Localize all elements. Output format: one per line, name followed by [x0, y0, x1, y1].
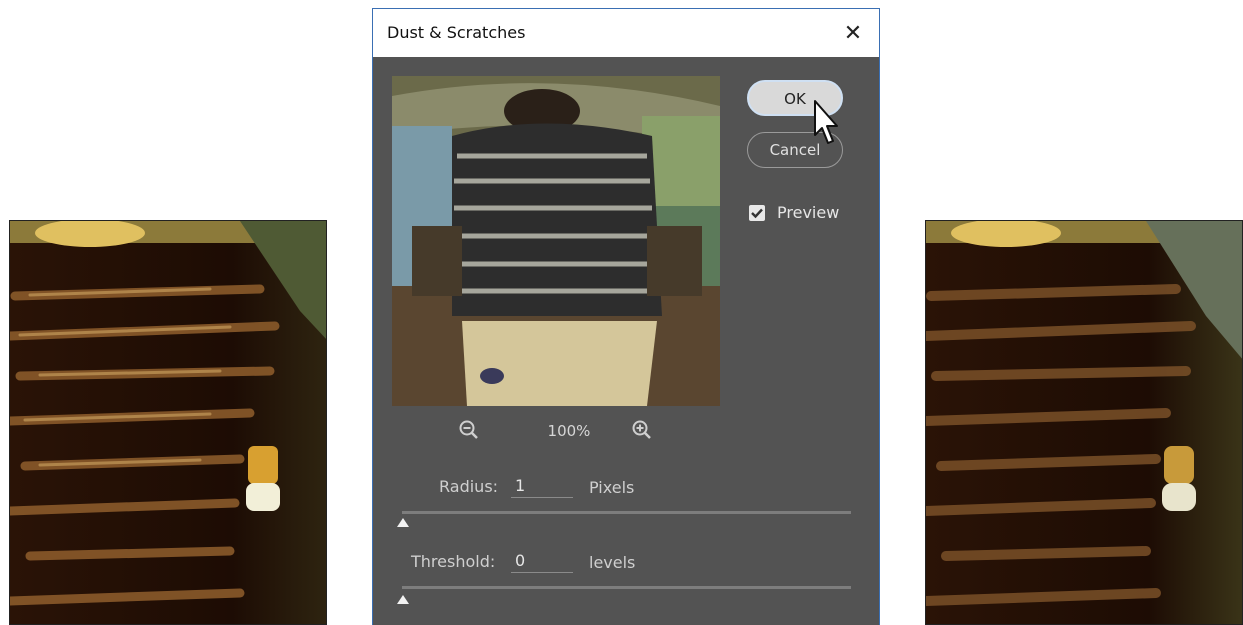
radius-input[interactable]: 1 — [511, 476, 573, 498]
zoom-out-icon[interactable] — [458, 419, 480, 441]
dust-scratches-dialog: Dust & Scratches ✕ OK Cancel Preview 100… — [372, 8, 880, 625]
after-detail-image — [925, 220, 1243, 625]
filter-preview-image[interactable] — [392, 76, 720, 406]
dialog-title: Dust & Scratches — [387, 23, 526, 42]
radius-slider-thumb[interactable] — [397, 518, 409, 527]
threshold-input[interactable]: 0 — [511, 551, 573, 573]
threshold-slider-thumb[interactable] — [397, 595, 409, 604]
mouse-cursor-icon — [814, 100, 838, 144]
zoom-in-icon[interactable] — [631, 419, 653, 441]
preview-label: Preview — [777, 203, 840, 222]
radius-unit: Pixels — [589, 478, 635, 497]
dialog-titlebar: Dust & Scratches ✕ — [373, 9, 879, 57]
preview-checkbox[interactable] — [749, 205, 765, 221]
threshold-slider-track[interactable] — [402, 586, 851, 589]
zoom-level: 100% — [547, 422, 591, 440]
radius-label: Radius: — [439, 477, 499, 496]
before-detail-image — [9, 220, 327, 625]
threshold-label: Threshold: — [411, 552, 496, 571]
checkmark-icon — [751, 208, 763, 219]
threshold-unit: levels — [589, 553, 636, 572]
radius-slider-track[interactable] — [402, 511, 851, 514]
close-icon[interactable]: ✕ — [839, 19, 867, 47]
